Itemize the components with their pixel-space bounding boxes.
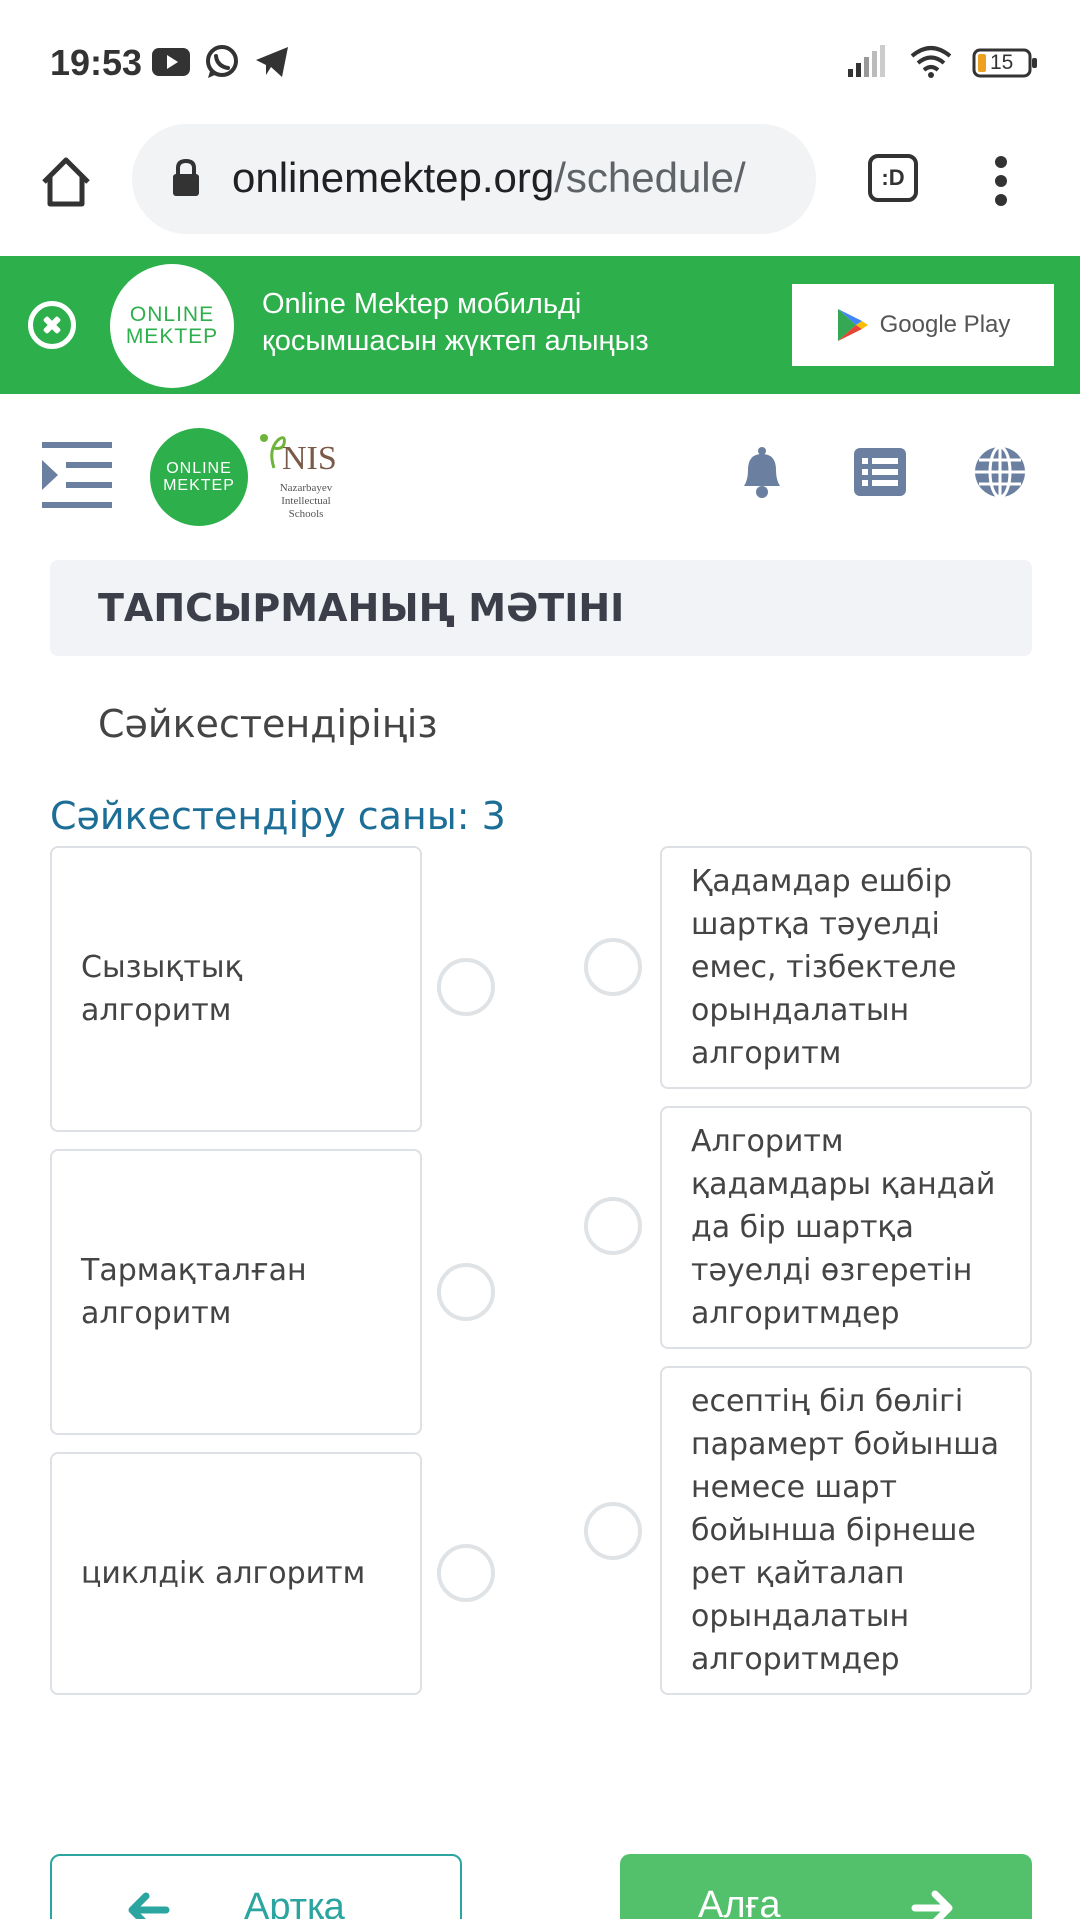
back-button[interactable]: Артқа xyxy=(50,1854,462,1919)
menu-dot-icon xyxy=(995,194,1007,206)
status-time: 19:53 xyxy=(50,42,143,83)
system-icons: 15 xyxy=(848,44,1038,82)
whatsapp-icon xyxy=(204,44,240,84)
task-instruction: Сәйкестендіріңіз xyxy=(98,702,438,746)
signal-icon xyxy=(848,45,890,81)
logo-line2: MEKTEP xyxy=(163,477,235,494)
left-connector-radio[interactable] xyxy=(437,1544,495,1602)
arrow-left-icon xyxy=(128,1892,170,1919)
section-title: ТАПСЫРМАНЫҢ МӘТІНІ xyxy=(98,586,625,630)
banner-text-line1: Online Mektep мобильді xyxy=(262,288,582,320)
list-icon xyxy=(854,448,906,496)
lock-icon xyxy=(173,158,199,196)
match-left-item[interactable]: циклдік алгоритм xyxy=(50,1452,422,1695)
banner-text-line2: қосымшасын жүктеп алыңыз xyxy=(262,325,649,357)
left-connector-radio[interactable] xyxy=(437,1263,495,1321)
right-connector-radio[interactable] xyxy=(584,1197,642,1255)
app-download-banner: ONLINE MEKTEP Online Mektep мобильді қос… xyxy=(0,256,1080,394)
sidebar-toggle-button[interactable] xyxy=(42,442,112,508)
match-left-item[interactable]: Тармақталған алгоритм xyxy=(50,1149,422,1435)
match-count: Сәйкестендіру саны: 3 xyxy=(50,794,506,838)
list-button[interactable] xyxy=(852,444,908,500)
notification-icons xyxy=(152,44,290,84)
task-text-header: ТАПСЫРМАНЫҢ МӘТІНІ xyxy=(50,560,1032,656)
browser-menu-button[interactable] xyxy=(986,156,1016,206)
tab-switcher-button[interactable]: :D xyxy=(868,154,918,202)
match-left-text: циклдік алгоритм xyxy=(81,1556,366,1591)
nis-subtitle: Nazarbayev Intellectual Schools xyxy=(279,482,333,520)
telegram-icon xyxy=(254,45,290,83)
match-left-text: Сызықтық алгоритм xyxy=(81,950,243,1028)
url-host: onlinemektep.org xyxy=(232,154,555,201)
app-header: ONLINE MEKTEP NIS Nazarbayev Intellectua… xyxy=(0,394,1080,554)
next-button[interactable]: Алға xyxy=(620,1854,1032,1919)
match-right-item[interactable]: Алгоритм қадамдары қандай да бір шартқа … xyxy=(660,1106,1032,1349)
match-left-text: Тармақталған алгоритм xyxy=(81,1253,307,1331)
nis-logo: NIS Nazarbayev Intellectual Schools xyxy=(252,430,342,530)
banner-text: Online Mektep мобильді қосымшасын жүктеп… xyxy=(262,286,649,360)
match-right-text: есептің біл бөлігі парамерт бойынша неме… xyxy=(691,1384,1000,1677)
home-icon xyxy=(42,157,90,207)
online-mektep-logo[interactable]: ONLINE MEKTEP xyxy=(150,428,248,526)
battery-icon: 15 xyxy=(972,48,1038,78)
logo-line1: ONLINE xyxy=(129,303,215,326)
globe-icon xyxy=(975,445,1025,499)
match-right-text: Алгоритм қадамдары қандай да бір шартқа … xyxy=(691,1124,996,1331)
url-text: onlinemektep.org/schedule/ xyxy=(232,154,746,202)
right-connector-radio[interactable] xyxy=(584,938,642,996)
right-connector-radio[interactable] xyxy=(584,1502,642,1560)
online-mektep-logo: ONLINE MEKTEP xyxy=(110,264,234,388)
match-right-item[interactable]: Қадамдар ешбір шартқа тәуелді емес, тізб… xyxy=(660,846,1032,1089)
back-label: Артқа xyxy=(244,1886,345,1919)
google-play-label: Google Play xyxy=(879,311,1011,338)
url-path: /schedule/ xyxy=(554,154,746,201)
battery-level: 15 xyxy=(990,51,1014,74)
youtube-icon xyxy=(152,48,190,80)
match-right-item[interactable]: есептің біл бөлігі парамерт бойынша неме… xyxy=(660,1366,1032,1695)
status-bar: 19:53 15 xyxy=(0,0,1080,120)
nis-word: NIS xyxy=(282,440,337,477)
match-right-text: Қадамдар ешбір шартқа тәуелді емес, тізб… xyxy=(691,864,957,1071)
notifications-button[interactable] xyxy=(734,444,790,500)
browser-toolbar: onlinemektep.org/schedule/ :D xyxy=(0,120,1080,256)
arrow-right-icon xyxy=(911,1890,953,1919)
logo-line2: MEKTEP xyxy=(125,325,219,348)
home-button[interactable] xyxy=(38,154,94,210)
logo-line1: ONLINE xyxy=(166,460,232,477)
menu-dot-icon xyxy=(995,156,1007,168)
close-banner-icon[interactable] xyxy=(28,301,76,349)
google-play-icon xyxy=(837,309,868,341)
left-connector-radio[interactable] xyxy=(437,958,495,1016)
menu-expand-icon xyxy=(42,442,112,508)
bell-icon xyxy=(744,447,780,498)
next-label: Алға xyxy=(698,1884,781,1919)
language-button[interactable] xyxy=(972,444,1028,500)
menu-dot-icon xyxy=(995,175,1007,187)
google-play-button[interactable]: Google Play xyxy=(792,284,1054,366)
address-bar[interactable]: onlinemektep.org/schedule/ xyxy=(132,124,816,234)
wifi-icon xyxy=(910,44,952,82)
match-left-item[interactable]: Сызықтық алгоритм xyxy=(50,846,422,1132)
